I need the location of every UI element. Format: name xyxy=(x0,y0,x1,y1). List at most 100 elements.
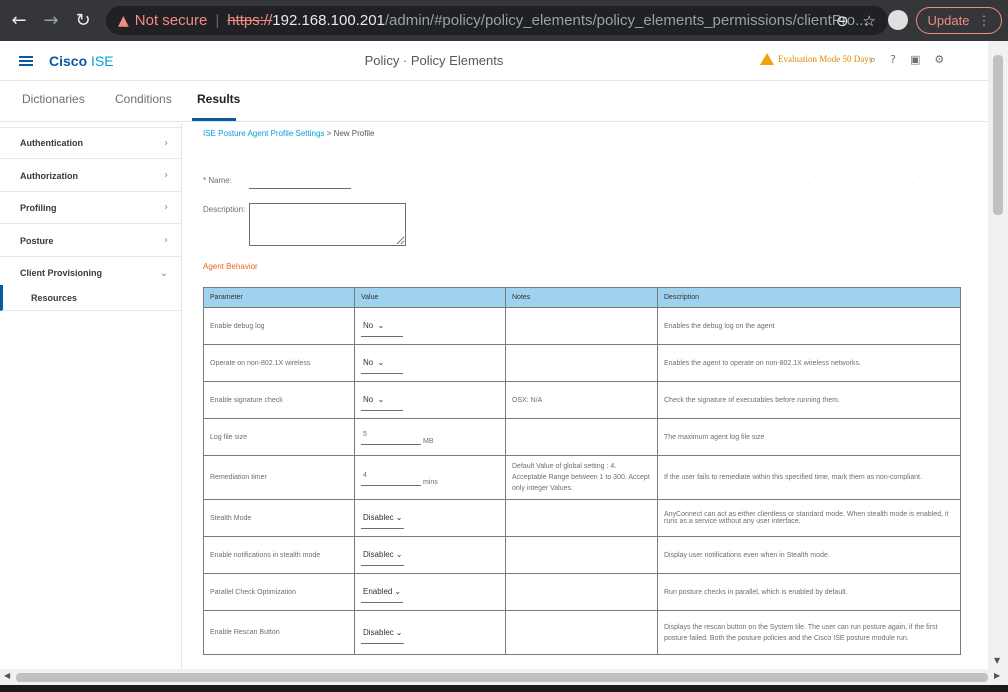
sidebar-item-label: Authorization xyxy=(20,170,78,181)
chevron-down-icon: ⌄ xyxy=(159,267,168,279)
table-row: Enable Rescan Button Disablec ⌄ Displays … xyxy=(203,610,961,655)
horizontal-scrollbar[interactable]: ◀ ▶ xyxy=(0,669,1008,685)
param-cell: Stealth Mode xyxy=(203,499,355,537)
unit-label: MB xyxy=(423,438,434,445)
table-header-row: Parameter Value Notes Description xyxy=(203,287,961,308)
app-header: Cisco ISE Policy · Policy Elements Evalu… xyxy=(0,41,988,81)
notes-cell xyxy=(505,536,658,574)
chevron-right-icon: › xyxy=(164,170,168,181)
stealth-mode-select[interactable]: Disablec ⌄ xyxy=(361,511,405,529)
parallel-check-select[interactable]: Enabled ⌄ xyxy=(361,585,404,603)
name-input[interactable] xyxy=(249,173,351,189)
update-button[interactable]: Update ⋮ xyxy=(916,7,1002,34)
select-value: No xyxy=(363,358,374,367)
rescan-button-select[interactable]: Disablec ⌄ xyxy=(361,626,405,644)
table-row: Stealth Mode Disablec ⌄ AnyConnect can ac… xyxy=(203,499,961,537)
stealth-notifications-select[interactable]: Disablec ⌄ xyxy=(361,548,405,566)
unit-label: mins xyxy=(423,478,438,486)
value-cell: No ⌄ xyxy=(354,344,506,382)
non-8021x-select[interactable]: No ⌄ xyxy=(361,356,403,374)
browser-toolbar: ← → ↻ ▲ Not secure | https:// 192.168.10… xyxy=(0,0,1008,41)
bookmark-star-icon[interactable]: ☆ xyxy=(863,12,876,30)
debug-log-select[interactable]: No ⌄ xyxy=(361,319,403,337)
notes-cell xyxy=(505,610,658,655)
page-title: Policy · Policy Elements xyxy=(364,53,504,68)
select-value: No xyxy=(363,395,374,404)
back-arrow-icon[interactable]: ← xyxy=(6,10,32,31)
field-value: 4 xyxy=(361,470,421,486)
value-cell: Disablec ⌄ xyxy=(354,610,506,655)
sidebar-item-authorization[interactable]: Authorization › xyxy=(0,160,182,192)
param-cell: Enable Rescan Button xyxy=(203,610,355,655)
chevron-down-icon: ⌄ xyxy=(394,587,402,596)
sidebar-item-label: Posture xyxy=(20,235,54,246)
table-row: Enable notifications in stealth mode Dis… xyxy=(203,536,961,574)
url-path: /admin/#policy/policy_elements/policy_el… xyxy=(384,12,868,29)
value-cell: No ⌄ xyxy=(354,381,506,419)
taskbar xyxy=(0,685,1008,692)
help-icon[interactable]: ? xyxy=(890,53,896,67)
remediation-timer-field[interactable]: 4 mins xyxy=(361,470,438,486)
horizontal-scroll-thumb[interactable] xyxy=(16,673,988,682)
chevron-right-icon: › xyxy=(164,137,168,149)
param-cell: Log file size xyxy=(203,418,355,456)
tab-results[interactable]: Results xyxy=(197,92,240,106)
kebab-menu-icon: ⋮ xyxy=(977,12,991,28)
breadcrumb: ISE Posture Agent Profile Settings > New… xyxy=(203,129,374,138)
vertical-scroll-thumb[interactable] xyxy=(993,55,1003,215)
tab-bar: Dictionaries Conditions Results xyxy=(0,82,988,122)
profile-avatar[interactable] xyxy=(888,10,908,30)
param-cell: Enable debug log xyxy=(203,307,355,345)
sidebar-subitem-resources[interactable]: Resources xyxy=(0,285,182,311)
tab-conditions[interactable]: Conditions xyxy=(115,92,172,106)
table-row: Operate on non-802.1X wireless No ⌄ Enab… xyxy=(203,344,961,382)
param-cell: Enable notifications in stealth mode xyxy=(203,536,355,574)
description-textarea[interactable] xyxy=(249,203,406,246)
scroll-right-arrow-icon[interactable]: ▶ xyxy=(994,671,1000,680)
description-cell: Check the signature of executables befor… xyxy=(657,381,961,419)
sidebar-item-posture[interactable]: Posture › xyxy=(0,225,182,257)
zoom-icon[interactable]: ⊖ xyxy=(836,12,849,30)
sidebar-item-profiling[interactable]: Profiling › xyxy=(0,192,182,224)
param-cell: Remediation timer xyxy=(203,455,355,500)
tab-dictionaries[interactable]: Dictionaries xyxy=(22,92,85,106)
faint-dot: · xyxy=(814,174,817,181)
description-cell: Enables the debug log on the agent xyxy=(657,307,961,345)
address-bar[interactable]: ▲ Not secure | https:// 192.168.100.201 … xyxy=(106,6,888,35)
search-icon[interactable]: ⌕ xyxy=(870,53,876,67)
breadcrumb-link[interactable]: ISE Posture Agent Profile Settings xyxy=(203,129,324,138)
notes-cell xyxy=(505,307,658,345)
chevron-down-icon: ⌄ xyxy=(377,395,385,404)
evaluation-mode-badge[interactable]: Evaluation Mode 50 Days xyxy=(760,53,872,65)
scroll-down-arrow-icon[interactable]: ▼ xyxy=(994,656,1000,665)
agent-behavior-table: Parameter Value Notes Description Enable… xyxy=(203,287,961,655)
select-value: Disablec xyxy=(363,627,394,637)
active-tab-indicator xyxy=(192,118,236,121)
sidebar-item-authentication[interactable]: Authentication › xyxy=(0,127,182,159)
description-cell: Displays the rescan button on the System… xyxy=(657,610,961,655)
chevron-down-icon: ⌄ xyxy=(377,358,385,367)
description-cell: Display user notifications even when in … xyxy=(657,536,961,574)
vertical-scrollbar[interactable]: ▼ xyxy=(988,41,1008,669)
log-file-size-field[interactable]: 5 MB xyxy=(361,429,434,445)
chevron-down-icon: ⌄ xyxy=(395,627,403,637)
header-actions: ⌕ ? ▣ ⚙ xyxy=(870,53,944,67)
description-cell: The maximum agent log file size xyxy=(657,418,961,456)
notes-cell xyxy=(505,418,658,456)
signature-check-select[interactable]: No ⌄ xyxy=(361,393,403,411)
column-header: Description xyxy=(657,287,961,308)
select-value: No xyxy=(363,321,374,330)
warning-icon xyxy=(760,53,774,65)
scroll-left-arrow-icon[interactable]: ◀ xyxy=(4,671,10,680)
param-cell: Operate on non-802.1X wireless xyxy=(203,344,355,382)
notifications-icon[interactable]: ▣ xyxy=(910,53,920,67)
forward-arrow-icon[interactable]: → xyxy=(38,10,64,31)
section-title-agent-behavior: Agent Behavior xyxy=(203,262,258,271)
chevron-right-icon: › xyxy=(164,235,168,246)
settings-gear-icon[interactable]: ⚙ xyxy=(934,53,944,67)
evaluation-mode-text: Evaluation Mode 50 Days xyxy=(778,54,873,64)
reload-icon[interactable]: ↻ xyxy=(70,10,96,31)
description-cell: AnyConnect can act as either clientless … xyxy=(657,499,961,537)
chevron-down-icon: ⌄ xyxy=(377,321,385,330)
warning-triangle-icon: ▲ xyxy=(118,12,129,29)
